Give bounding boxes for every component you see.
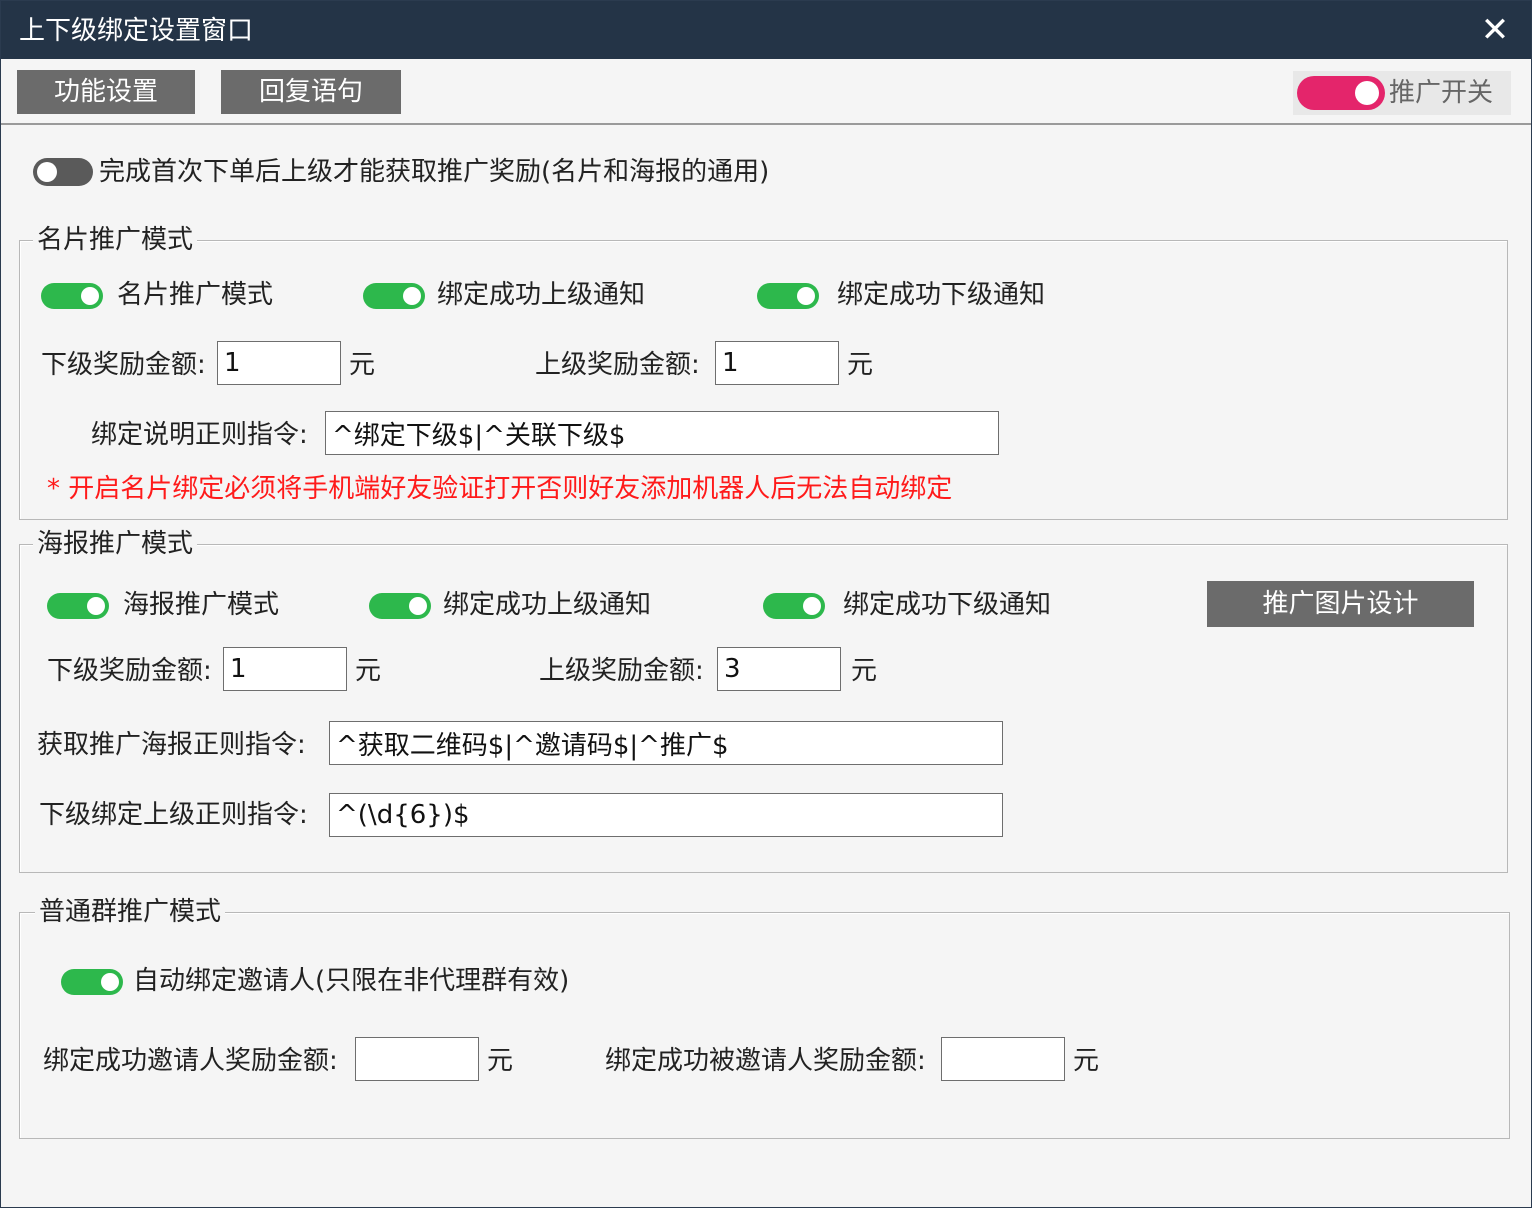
poster-upper-reward-unit: 元 [851,656,878,686]
card-warning-text: * 开启名片绑定必须将手机端好友验证打开否则好友添加机器人后无法自动绑定 [47,474,953,504]
window-title: 上下级绑定设置窗口 [19,16,254,46]
poster-upper-reward-label: 上级奖励金额: [539,656,704,686]
toggle-knob [403,287,421,305]
card-regex-input[interactable] [325,411,999,455]
first-order-toggle[interactable] [33,158,93,186]
promo-switch-toggle[interactable] [1297,76,1385,110]
poster-upper-reward-input[interactable] [717,647,841,691]
invitee-reward-unit: 元 [1073,1046,1100,1076]
toggle-knob [81,287,99,305]
card-lower-notify-toggle[interactable] [757,283,819,309]
poster-bind-regex-label: 下级绑定上级正则指令: [39,800,308,830]
card-upper-reward-input[interactable] [715,341,839,385]
poster-sub-reward-unit: 元 [355,656,382,686]
function-settings-button[interactable]: 功能设置 [17,70,195,114]
promo-switch-area: 推广开关 [1293,71,1511,115]
poster-sub-reward-input[interactable] [223,647,347,691]
group-mode-group-title: 普通群推广模式 [35,896,226,928]
poster-get-regex-input[interactable] [329,721,1003,765]
card-lower-notify-label: 绑定成功下级通知 [837,280,1046,310]
poster-sub-reward-label: 下级奖励金额: [47,656,212,686]
invitee-reward-input[interactable] [941,1037,1065,1081]
card-sub-reward-label: 下级奖励金额: [41,350,206,380]
card-mode-toggle[interactable] [41,283,103,309]
invitee-reward-label: 绑定成功被邀请人奖励金额: [605,1046,926,1076]
poster-lower-notify-label: 绑定成功下级通知 [843,590,1052,620]
poster-design-button[interactable]: 推广图片设计 [1207,581,1474,627]
poster-get-regex-label: 获取推广海报正则指令: [37,730,306,760]
group-mode-group [19,912,1510,1139]
card-sub-reward-unit: 元 [349,350,376,380]
card-mode-group-title: 名片推广模式 [33,224,198,256]
card-upper-reward-unit: 元 [847,350,874,380]
auto-bind-inviter-toggle[interactable] [61,969,123,995]
close-icon[interactable]: ✕ [1477,11,1513,49]
card-mode-toggle-label: 名片推广模式 [117,280,274,310]
toggle-knob [803,597,821,615]
inviter-reward-unit: 元 [487,1046,514,1076]
poster-mode-toggle-label: 海报推广模式 [123,590,280,620]
poster-mode-group-title: 海报推广模式 [33,528,198,560]
inviter-reward-input[interactable] [355,1037,479,1081]
poster-lower-notify-toggle[interactable] [763,593,825,619]
card-upper-notify-toggle[interactable] [363,283,425,309]
first-order-label: 完成首次下单后上级才能获取推广奖励(名片和海报的通用) [99,157,770,187]
toggle-knob [409,597,427,615]
card-regex-label: 绑定说明正则指令: [91,420,308,450]
card-upper-reward-label: 上级奖励金额: [535,350,700,380]
card-sub-reward-input[interactable] [217,341,341,385]
poster-upper-notify-label: 绑定成功上级通知 [443,590,652,620]
toggle-knob [797,287,815,305]
toggle-knob [1355,81,1379,105]
reply-phrases-button[interactable]: 回复语句 [221,70,401,114]
toggle-knob [87,597,105,615]
poster-bind-regex-input[interactable] [329,793,1003,837]
toggle-knob [37,162,57,182]
toolbar-divider [1,123,1531,125]
promo-switch-label: 推广开关 [1389,78,1494,108]
settings-window: 上下级绑定设置窗口 ✕ 功能设置 回复语句 推广开关 完成首次下单后上级才能获取… [0,0,1532,1208]
auto-bind-inviter-label: 自动绑定邀请人(只限在非代理群有效) [133,966,570,996]
poster-upper-notify-toggle[interactable] [369,593,431,619]
card-upper-notify-label: 绑定成功上级通知 [437,280,646,310]
poster-mode-toggle[interactable] [47,593,109,619]
inviter-reward-label: 绑定成功邀请人奖励金额: [43,1046,338,1076]
title-bar: 上下级绑定设置窗口 ✕ [1,1,1531,59]
toggle-knob [101,973,119,991]
